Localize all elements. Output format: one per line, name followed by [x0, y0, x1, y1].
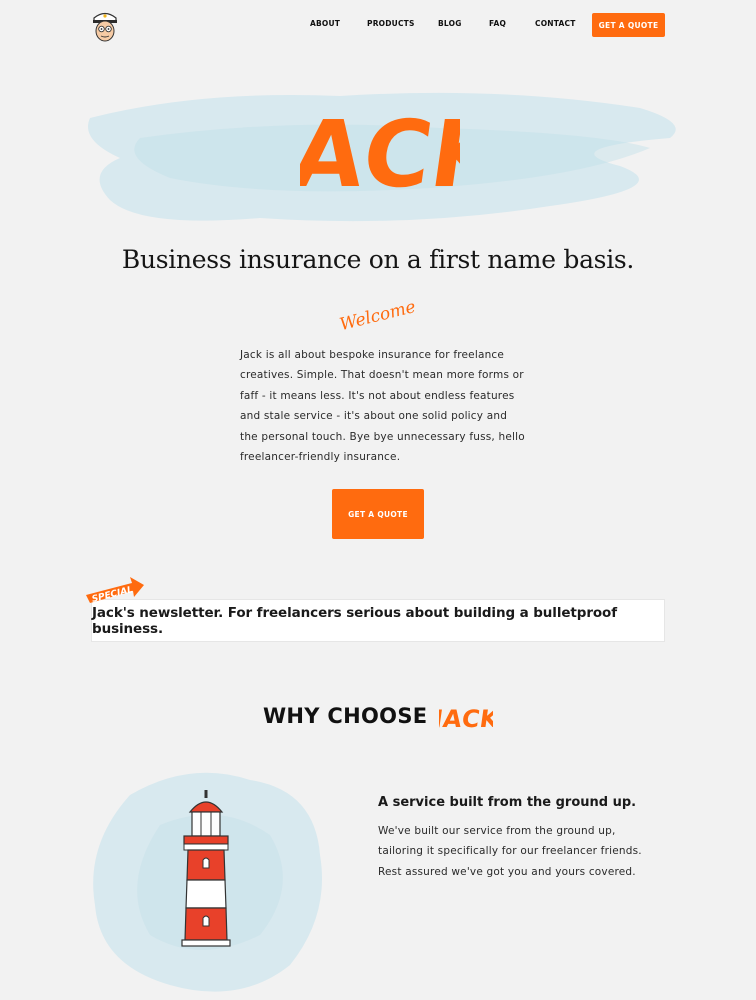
- svg-text:JACK: JACK: [439, 705, 493, 732]
- newsletter-banner[interactable]: Jack's newsletter. For freelancers serio…: [91, 599, 665, 642]
- svg-text:Welcome: Welcome: [338, 297, 418, 333]
- jack-wordmark-small: JACK: [439, 705, 493, 732]
- feature-line: Rest assured we've got you and yours cov…: [378, 865, 636, 878]
- nav-about[interactable]: ABOUT: [310, 19, 340, 28]
- nav-products[interactable]: PRODUCTS: [367, 19, 415, 28]
- why-choose-heading: WHY CHOOSE JACK: [0, 700, 756, 732]
- special-ribbon: SPECIAL: [86, 577, 144, 605]
- svg-text:SPECIAL: SPECIAL: [91, 585, 134, 605]
- hero-intro-text: Jack is all about bespoke insurance for …: [240, 345, 530, 467]
- nav-blog[interactable]: BLOG: [438, 19, 462, 28]
- hero-tagline: Business insurance on a first name basis…: [121, 245, 635, 274]
- intro-line: creatives. Simple. That doesn't mean mor…: [240, 369, 524, 382]
- feature-title: A service built from the ground up.: [378, 795, 637, 810]
- feature-line: tailoring it specifically for our freela…: [378, 845, 642, 858]
- svg-text:JACK: JACK: [300, 100, 460, 203]
- feature-line: We've built our service from the ground …: [378, 825, 616, 837]
- welcome-script: Welcome: [338, 297, 418, 333]
- intro-line: Jack is all about bespoke insurance for …: [240, 349, 505, 361]
- intro-line: the personal touch. Bye bye unnecessary …: [240, 430, 525, 443]
- header-get-quote-button[interactable]: GET A QUOTE: [592, 13, 665, 37]
- lighthouse-icon: [181, 790, 231, 947]
- why-choose-title: WHY CHOOSE: [262, 704, 428, 728]
- hero-get-quote-button[interactable]: GET A QUOTE: [332, 489, 424, 539]
- jack-wordmark: JACK: [300, 100, 460, 203]
- nav-faq[interactable]: FAQ: [489, 19, 506, 28]
- intro-line: faff - it means less. It's not about end…: [240, 389, 515, 402]
- feature-text: We've built our service from the ground …: [378, 821, 668, 882]
- intro-line: freelancer-friendly insurance.: [240, 451, 401, 464]
- nav-contact[interactable]: CONTACT: [535, 19, 576, 28]
- intro-line: and stale service - it's about one solid…: [240, 410, 508, 423]
